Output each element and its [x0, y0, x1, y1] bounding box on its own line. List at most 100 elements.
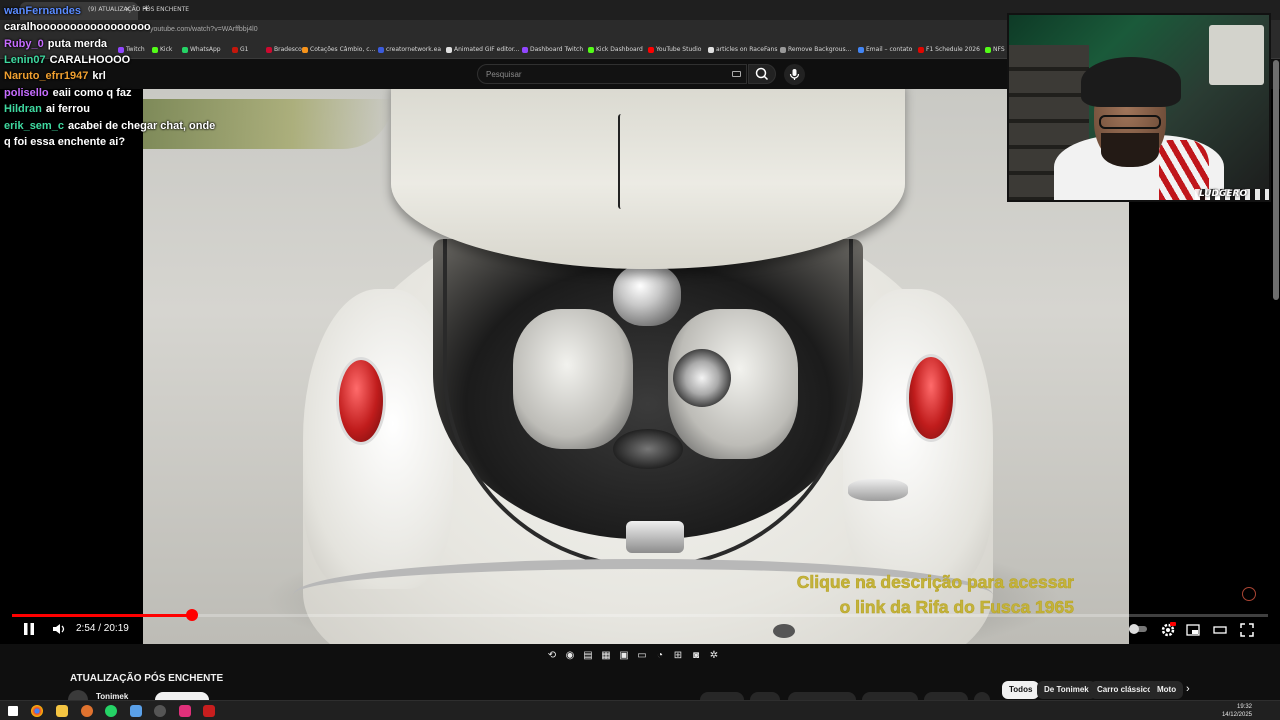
- stream-chat-overlay: wanFernandes caralhooooooooooooooooo Ruby_…: [0, 0, 230, 160]
- right-taillight: [906, 354, 956, 442]
- screen-icon[interactable]: ▭: [635, 649, 649, 663]
- chevron-right-icon[interactable]: ›: [1186, 683, 1190, 695]
- chat-message: Hildran ai ferrou: [4, 103, 90, 115]
- bookmark-item[interactable]: creatornetwork.ea: [378, 46, 441, 53]
- chat-username[interactable]: Ruby_0: [4, 38, 44, 50]
- fullscreen-icon[interactable]: [1240, 623, 1254, 637]
- bookmark-item[interactable]: Remove Backgrous...: [780, 46, 851, 53]
- bookmark-icon: [708, 46, 714, 53]
- bookmark-item[interactable]: Email – contato: [858, 46, 912, 53]
- bookmark-label: articles on RaceFans: [716, 46, 778, 53]
- app-icon-3[interactable]: [179, 705, 191, 717]
- chat-username[interactable]: polisello: [4, 87, 49, 99]
- video-frame: Clique na descrição para acessar o link …: [143, 89, 1129, 644]
- expand-icon[interactable]: ⊞: [671, 649, 685, 663]
- page-scrollbar[interactable]: [1273, 60, 1279, 300]
- bookmark-icon: [378, 46, 384, 53]
- chat-username[interactable]: Naruto_efrr1947: [4, 70, 88, 82]
- filter-chip[interactable]: Carro clássico: [1090, 681, 1160, 699]
- chat-message: erik_sem_c acabei de chegar chat, onde: [4, 120, 215, 132]
- chat-text: q foi essa enchente ai?: [4, 136, 126, 148]
- film-icon[interactable]: ▦: [599, 649, 613, 663]
- settings-icon[interactable]: ✲: [707, 649, 721, 663]
- search-input[interactable]: Pesquisar: [477, 64, 747, 84]
- screenshot-icon[interactable]: ◙: [689, 649, 703, 663]
- loop-icon[interactable]: ⟲: [545, 649, 559, 663]
- chat-username[interactable]: wanFernandes: [4, 5, 81, 17]
- left-fender: [303, 289, 453, 589]
- streamer-beanie: [1081, 57, 1181, 107]
- bookmark-icon: [588, 46, 594, 53]
- bookmark-label: F1 Schedule 2026: [926, 46, 980, 53]
- voice-search-button[interactable]: [784, 64, 805, 85]
- theater-mode-icon[interactable]: [1213, 623, 1227, 637]
- bookmark-item[interactable]: Kick Dashboard: [588, 46, 643, 53]
- filter-chip[interactable]: Moto: [1150, 681, 1184, 699]
- bookmark-item[interactable]: NFS: [985, 46, 1005, 53]
- taskbar-clock[interactable]: 19:32 14/12/2025: [1222, 703, 1252, 719]
- filter-chip[interactable]: De Tonimek: [1037, 681, 1096, 699]
- chat-username[interactable]: Hildran: [4, 103, 42, 115]
- video-title: ATUALIZAÇÃO PÓS ENCHENTE: [70, 673, 224, 684]
- file-explorer-icon[interactable]: [56, 705, 68, 717]
- obs-icon[interactable]: [154, 705, 166, 717]
- chat-username[interactable]: Lenin07: [4, 54, 46, 66]
- app-icon[interactable]: [81, 705, 93, 717]
- bookmark-label: YouTube Studio: [656, 46, 702, 53]
- chat-message: polisello eaii como q faz: [4, 87, 131, 99]
- bookmark-item[interactable]: Bradesco: [266, 46, 302, 53]
- search-button[interactable]: [748, 64, 776, 84]
- autoplay-toggle[interactable]: [1128, 623, 1148, 635]
- right-fender: [843, 289, 993, 589]
- keyboard-icon[interactable]: [732, 71, 741, 77]
- clock-date: 14/12/2025: [1221, 712, 1252, 718]
- app-icon-2[interactable]: [130, 705, 142, 717]
- chat-message: caralhooooooooooooooooo: [4, 21, 151, 33]
- bookmark-label: Remove Backgrous...: [788, 46, 852, 53]
- pip-icon[interactable]: ▣: [617, 649, 631, 663]
- engine-lid: [391, 89, 905, 269]
- microphone-icon: [789, 69, 800, 80]
- channel-watermark-icon[interactable]: [1241, 586, 1257, 602]
- cinema-icon[interactable]: ▤: [581, 649, 595, 663]
- bookmark-icon: [302, 46, 308, 53]
- bookmark-icon: [918, 46, 924, 53]
- streamer-glasses: [1099, 115, 1161, 129]
- bookmark-label: Bradesco: [274, 46, 302, 53]
- screen: (9) ATUALIZAÇÃO PÓS ENCHENTE × + youtube…: [0, 0, 1280, 720]
- progress-bar[interactable]: [12, 609, 1268, 621]
- windows-start-icon[interactable]: [8, 706, 18, 716]
- caption-line-1: Clique na descrição para acessar: [796, 572, 1074, 593]
- chat-text: caralhooooooooooooooooo: [4, 21, 151, 33]
- progress-scrubber[interactable]: [185, 609, 198, 621]
- app-icon-4[interactable]: [203, 705, 215, 717]
- volume-icon[interactable]: [52, 622, 66, 636]
- bookmark-item[interactable]: G1: [232, 46, 248, 53]
- chat-text: ai ferrou: [45, 103, 90, 115]
- chrome-icon[interactable]: [31, 705, 43, 717]
- lid-strut: [618, 114, 624, 209]
- miniplayer-icon[interactable]: [1186, 623, 1200, 637]
- bookmark-item[interactable]: YouTube Studio: [648, 46, 701, 53]
- chat-text: acabei de chegar chat, onde: [67, 120, 216, 132]
- audio-icon[interactable]: ◉: [563, 649, 577, 663]
- chat-text: krl: [92, 70, 106, 82]
- bookmark-item[interactable]: Animated GIF editor...: [446, 46, 519, 53]
- bookmark-icon: [780, 46, 786, 53]
- bookmark-icon: [858, 46, 864, 53]
- chat-text: CARALHOOOO: [49, 54, 131, 66]
- whatsapp-icon[interactable]: [105, 705, 117, 717]
- bookmark-label: creatornetwork.ea: [386, 46, 442, 53]
- bookmark-item[interactable]: articles on RaceFans: [708, 46, 777, 53]
- filter-chip[interactable]: Todos: [1002, 681, 1040, 699]
- settings-gear-icon[interactable]: [1160, 622, 1176, 638]
- pause-icon[interactable]: [22, 622, 36, 636]
- bookmark-label: Animated GIF editor...: [454, 46, 520, 53]
- bookmark-item[interactable]: Cotações Câmbio, c...: [302, 46, 375, 53]
- chat-username[interactable]: erik_sem_c: [4, 120, 64, 132]
- speed-icon[interactable]: ◔: [653, 649, 667, 663]
- license-plate-light: [626, 521, 684, 553]
- bookmark-label: Kick Dashboard: [596, 46, 643, 53]
- bookmark-item[interactable]: F1 Schedule 2026: [918, 46, 980, 53]
- bookmark-item[interactable]: Dashboard Twitch: [522, 46, 583, 53]
